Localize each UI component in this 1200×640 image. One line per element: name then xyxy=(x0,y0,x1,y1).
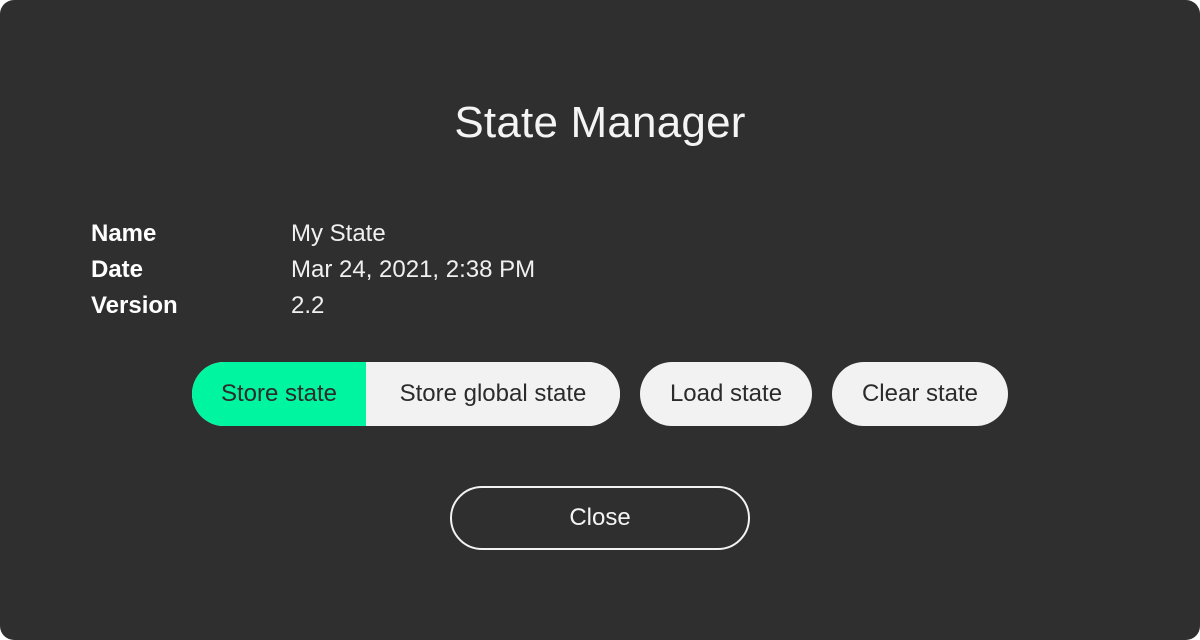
store-state-button[interactable]: Store state xyxy=(192,362,366,426)
version-value: 2.2 xyxy=(291,292,325,319)
dialog-title: State Manager xyxy=(454,98,746,147)
date-value: Mar 24, 2021, 2:38 PM xyxy=(291,256,536,283)
version-label: Version xyxy=(91,292,178,319)
info-row-date: Date Mar 24, 2021, 2:38 PM xyxy=(91,252,535,288)
name-label: Name xyxy=(91,220,157,247)
clear-state-button[interactable]: Clear state xyxy=(832,362,1008,426)
load-state-button[interactable]: Load state xyxy=(640,362,812,426)
name-value: My State xyxy=(291,220,386,247)
info-row-version: Version 2.2 xyxy=(91,288,535,324)
info-row-name: Name My State xyxy=(91,216,535,252)
store-segmented-control: Store state Store global state xyxy=(192,362,620,426)
date-label: Date xyxy=(91,256,144,283)
action-buttons: Store state Store global state Load stat… xyxy=(192,362,1008,426)
state-info: Name My State Date Mar 24, 2021, 2:38 PM… xyxy=(91,216,535,324)
store-global-state-button[interactable]: Store global state xyxy=(366,362,620,426)
state-manager-dialog: State Manager Name My State Date Mar 24,… xyxy=(0,0,1200,640)
close-button[interactable]: Close xyxy=(450,486,750,550)
